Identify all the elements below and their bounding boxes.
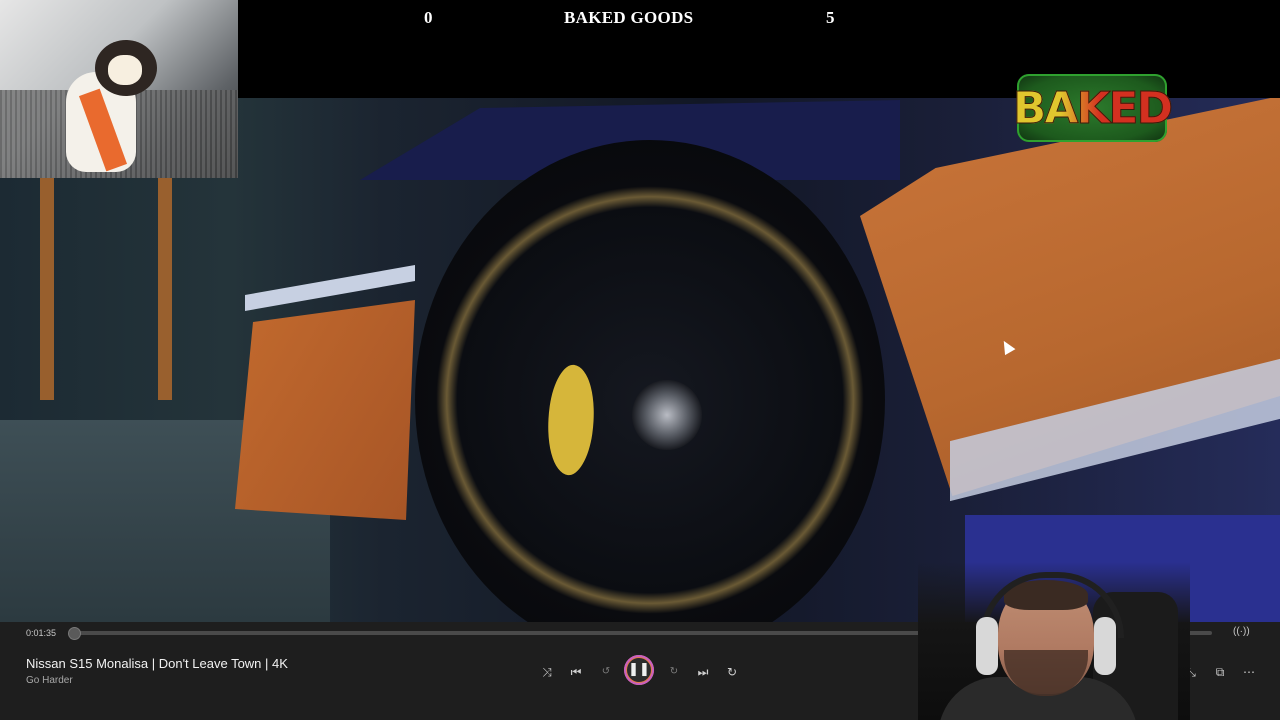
scoreboard-title: BAKED GOODS [564,8,694,27]
wheel-hub [632,380,702,450]
streamer-webcam [918,562,1190,720]
repeat-off-icon[interactable]: ↻ [722,662,742,682]
track-artist[interactable]: Go Harder [26,675,73,686]
car-wheel [415,140,885,622]
headphone-cup [1094,617,1116,675]
track-title: Nissan S15 Monalisa | Don't Leave Town |… [26,656,288,671]
baked-logo: BAKED [1012,74,1174,142]
next-icon[interactable]: ⏭ [693,662,713,682]
rewind-10-icon[interactable]: ↺ [596,662,616,682]
score-left: 0 [424,8,433,27]
figurine-camera [0,0,238,178]
miniplayer-icon[interactable]: ⧉ [1210,662,1230,682]
seek-thumb[interactable] [68,627,82,640]
figurine-face [108,55,142,85]
time-elapsed: 0:01:35 [26,628,57,638]
previous-icon[interactable]: ⏮ [566,662,586,682]
logo-text: BAKED [1012,82,1173,134]
cast-icon[interactable]: ((·)) [1233,626,1250,637]
car-bumper [235,300,415,520]
score-right: 5 [826,8,835,27]
forward-30-icon[interactable]: ↻ [664,662,684,682]
pause-icon[interactable]: ❚❚ [624,655,654,685]
headphone-cup [976,617,998,675]
shuffle-icon[interactable]: ⤨ [537,662,557,682]
more-icon[interactable]: ⋯ [1239,662,1259,682]
